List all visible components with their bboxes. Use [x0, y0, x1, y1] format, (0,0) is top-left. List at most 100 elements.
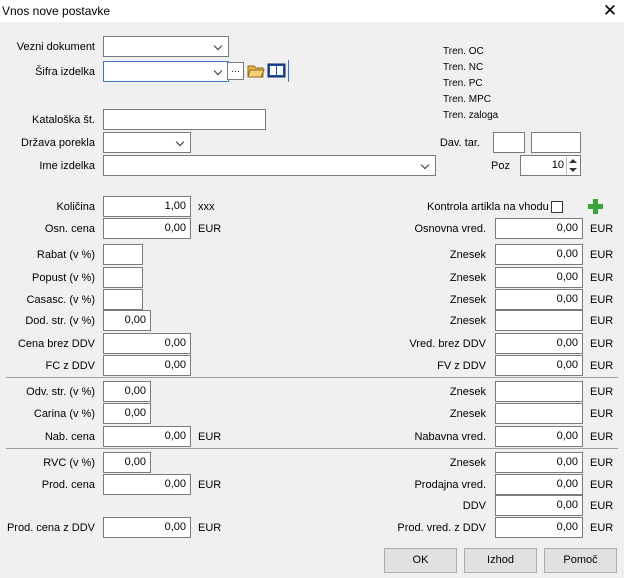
tren-nc-label: Tren. NC: [443, 62, 484, 73]
ddv-label: DDV: [462, 500, 486, 512]
znesek-label: Znesek: [449, 457, 486, 469]
separator-line: [6, 377, 618, 378]
fv-z-ddv-unit: EUR: [590, 360, 614, 372]
znesek-carina-input[interactable]: [495, 403, 583, 424]
prodajna-vred-label: Prodajna vred.: [414, 479, 486, 491]
osnovna-vred-label: Osnovna vred.: [414, 223, 486, 235]
kolicina-unit: xxx: [198, 201, 215, 213]
prod-vred-z-ddv-unit: EUR: [590, 522, 614, 534]
znesek-rabat-input[interactable]: 0,00: [495, 244, 583, 265]
vred-brez-ddv-unit: EUR: [590, 338, 614, 350]
fc-z-ddv-label: FC z DDV: [45, 360, 96, 372]
nabavna-vred-input[interactable]: 0,00: [495, 426, 583, 447]
title-bar: Vnos nove postavke ✕: [0, 0, 624, 22]
znesek-unit: EUR: [590, 272, 614, 284]
window-title: Vnos nove postavke: [2, 4, 111, 18]
chevron-down-icon[interactable]: [212, 62, 226, 81]
folder-open-icon[interactable]: [247, 62, 265, 79]
ddv-input[interactable]: 0,00: [495, 495, 583, 516]
odv-str-label: Odv. str. (v %): [26, 386, 95, 398]
sifra-focus-edge: [288, 60, 289, 82]
prod-cena-input[interactable]: 0,00: [103, 474, 191, 495]
cena-brez-ddv-input[interactable]: 0,00: [103, 333, 191, 354]
chevron-down-icon[interactable]: [212, 37, 226, 56]
prod-cena-z-ddv-label: Prod. cena z DDV: [6, 522, 95, 534]
osnovna-vred-input[interactable]: 0,00: [495, 218, 583, 239]
separator-line: [6, 448, 618, 449]
vred-brez-ddv-input[interactable]: 0,00: [495, 333, 583, 354]
znesek-unit: EUR: [590, 294, 614, 306]
znesek-unit: EUR: [590, 386, 614, 398]
nab-cena-unit: EUR: [198, 431, 222, 443]
carina-input[interactable]: 0,00: [103, 403, 151, 424]
fv-z-ddv-label: FV z DDV: [437, 360, 486, 372]
dialog-window: Vnos nove postavke ✕ Vezni dokument Šifr…: [0, 0, 624, 578]
catalog-book-icon[interactable]: [267, 62, 286, 79]
znesek-label: Znesek: [449, 408, 486, 420]
pomoc-button[interactable]: Pomoč: [544, 548, 617, 573]
poz-label: Poz: [491, 160, 510, 172]
dav-tar-input-2[interactable]: [531, 132, 581, 153]
znesek-unit: EUR: [590, 457, 614, 469]
dav-tar-label: Dav. tar.: [439, 137, 480, 149]
znesek-unit: EUR: [590, 408, 614, 420]
add-plus-icon[interactable]: [588, 199, 603, 214]
fv-z-ddv-input[interactable]: 0,00: [495, 355, 583, 376]
kontrola-label: Kontrola artikla na vhodu: [427, 201, 549, 213]
chevron-down-icon[interactable]: [174, 133, 188, 152]
osn-cena-unit: EUR: [198, 223, 222, 235]
cena-brez-ddv-label: Cena brez DDV: [17, 338, 95, 350]
prod-cena-z-ddv-unit: EUR: [198, 522, 222, 534]
form-area: Vezni dokument Šifra izdelka ··· Tren. O…: [0, 22, 624, 544]
chevron-down-icon[interactable]: [419, 156, 433, 175]
drzava-select[interactable]: [103, 132, 191, 153]
prod-cena-unit: EUR: [198, 479, 222, 491]
rabat-input[interactable]: [103, 244, 143, 265]
prodajna-vred-unit: EUR: [590, 479, 614, 491]
osn-cena-input[interactable]: 0,00: [103, 218, 191, 239]
close-icon[interactable]: ✕: [602, 1, 618, 21]
button-bar: OK Izhod Pomoč: [0, 544, 624, 578]
kataloska-label: Kataloška št.: [32, 114, 95, 126]
dod-str-input[interactable]: 0,00: [103, 310, 151, 331]
poz-spinner[interactable]: 10: [520, 155, 581, 176]
browse-button[interactable]: ···: [227, 62, 244, 80]
dod-str-label: Dod. str. (v %): [25, 315, 95, 327]
kolicina-label: Količina: [56, 201, 95, 213]
kolicina-input[interactable]: 1,00: [103, 196, 191, 217]
nab-cena-input[interactable]: 0,00: [103, 426, 191, 447]
znesek-unit: EUR: [590, 249, 614, 261]
sifra-izdelka-label: Šifra izdelka: [35, 66, 95, 78]
popust-input[interactable]: [103, 267, 143, 288]
prod-vred-z-ddv-input[interactable]: 0,00: [495, 517, 583, 538]
dav-tar-input-1[interactable]: [493, 132, 525, 153]
rvc-input[interactable]: 0,00: [103, 452, 151, 473]
odv-str-input[interactable]: 0,00: [103, 381, 151, 402]
nabavna-vred-label: Nabavna vred.: [414, 431, 486, 443]
znesek-dod-input[interactable]: [495, 310, 583, 331]
nab-cena-label: Nab. cena: [44, 431, 95, 443]
ime-izdelka-label: Ime izdelka: [39, 160, 95, 172]
prod-vred-z-ddv-label: Prod. vred. z DDV: [397, 522, 486, 534]
kataloska-input[interactable]: [103, 109, 266, 130]
osnovna-vred-unit: EUR: [590, 223, 614, 235]
kontrola-checkbox[interactable]: [551, 201, 563, 213]
fc-z-ddv-input[interactable]: 0,00: [103, 355, 191, 376]
ok-button[interactable]: OK: [384, 548, 457, 573]
vezni-dokument-select[interactable]: [103, 36, 229, 57]
izhod-button[interactable]: Izhod: [464, 548, 537, 573]
casasc-input[interactable]: [103, 289, 143, 310]
spinner-arrows-icon[interactable]: [566, 157, 579, 174]
poz-value: 10: [551, 159, 564, 171]
prodajna-vred-input[interactable]: 0,00: [495, 474, 583, 495]
prod-cena-z-ddv-input[interactable]: 0,00: [103, 517, 191, 538]
popust-label: Popust (v %): [32, 272, 95, 284]
ime-izdelka-select[interactable]: [103, 155, 436, 176]
znesek-casasc-input[interactable]: 0,00: [495, 289, 583, 310]
drzava-label: Država porekla: [21, 137, 95, 149]
znesek-label: Znesek: [449, 249, 486, 261]
znesek-odv-input[interactable]: [495, 381, 583, 402]
znesek-popust-input[interactable]: 0,00: [495, 267, 583, 288]
znesek-rvc-input[interactable]: 0,00: [495, 452, 583, 473]
sifra-izdelka-combo[interactable]: [103, 61, 229, 82]
